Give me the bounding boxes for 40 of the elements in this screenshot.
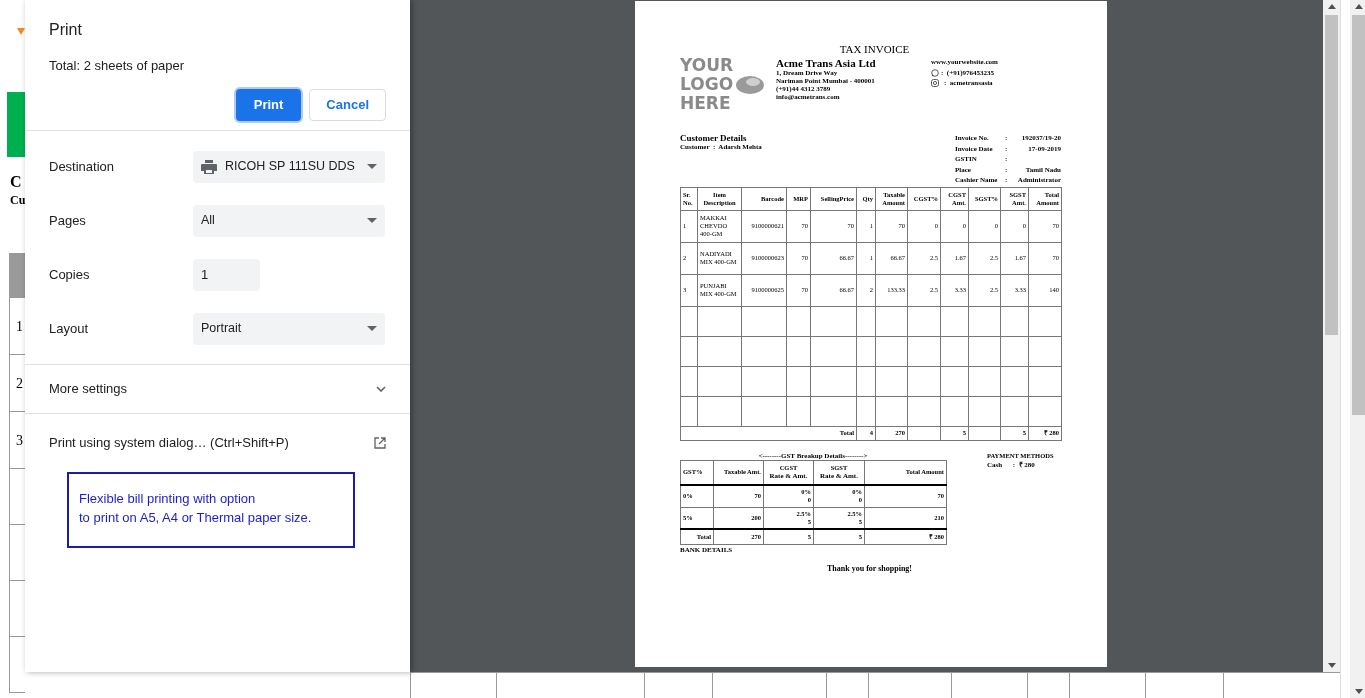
system-dialog-link[interactable]: Print using system dialog… (Ctrl+Shift+P) (25, 413, 410, 472)
print-button[interactable]: Print (235, 88, 302, 121)
printer-icon (201, 159, 217, 174)
external-link-icon (374, 436, 386, 449)
page-subheading: Cu (10, 192, 25, 208)
banner (7, 92, 25, 157)
setting-dropdown[interactable]: All (193, 204, 385, 237)
logo-drawing: YOUR LOGO HERE (680, 56, 776, 118)
page-heading: C (10, 172, 23, 192)
caret-icon (367, 326, 377, 331)
setting-dropdown[interactable]: RICOH SP 111SU DDS (193, 150, 385, 183)
setting-label: Destination (49, 157, 116, 176)
setting-label: Copies (49, 265, 91, 284)
thanks-text: Thank you for shopping! (826, 564, 913, 573)
scrollbar[interactable] (1350, 0, 1365, 698)
customer-heading: Customer Details (680, 133, 748, 143)
scroll-down-icon[interactable] (1327, 663, 1336, 668)
more-settings-toggle[interactable]: More settings (25, 364, 410, 413)
caret-icon (367, 218, 377, 223)
note-text: to print on A5, A4 or Thermal paper size. (79, 508, 313, 527)
setting-label: Pages (49, 211, 87, 230)
scroll-up-icon[interactable] (1327, 4, 1336, 9)
scroll-down-icon[interactable] (1354, 689, 1363, 694)
caret-icon (367, 164, 377, 169)
dialog-title: Print (49, 20, 83, 40)
note-text: Flexible bill printing with option (79, 489, 257, 508)
row-number: 1 (16, 317, 23, 336)
cancel-button[interactable]: Cancel (309, 88, 386, 121)
invoice-title: TAX INVOICE (838, 43, 911, 55)
camera-icon (931, 79, 939, 87)
triangle-icon (17, 28, 25, 35)
copies-field[interactable]: 1 (193, 258, 260, 291)
sheet-summary: Total: 2 sheets of paper (49, 57, 186, 75)
setting-label: Layout (49, 319, 90, 338)
scroll-up-icon[interactable] (1354, 4, 1363, 9)
setting-dropdown[interactable]: Portrait (193, 312, 385, 345)
chat-bubble-icon (931, 69, 939, 77)
row-number: 2 (16, 374, 23, 393)
company-name: Acme Trans Asia Ltd (776, 57, 877, 69)
row-number: 3 (16, 431, 23, 450)
